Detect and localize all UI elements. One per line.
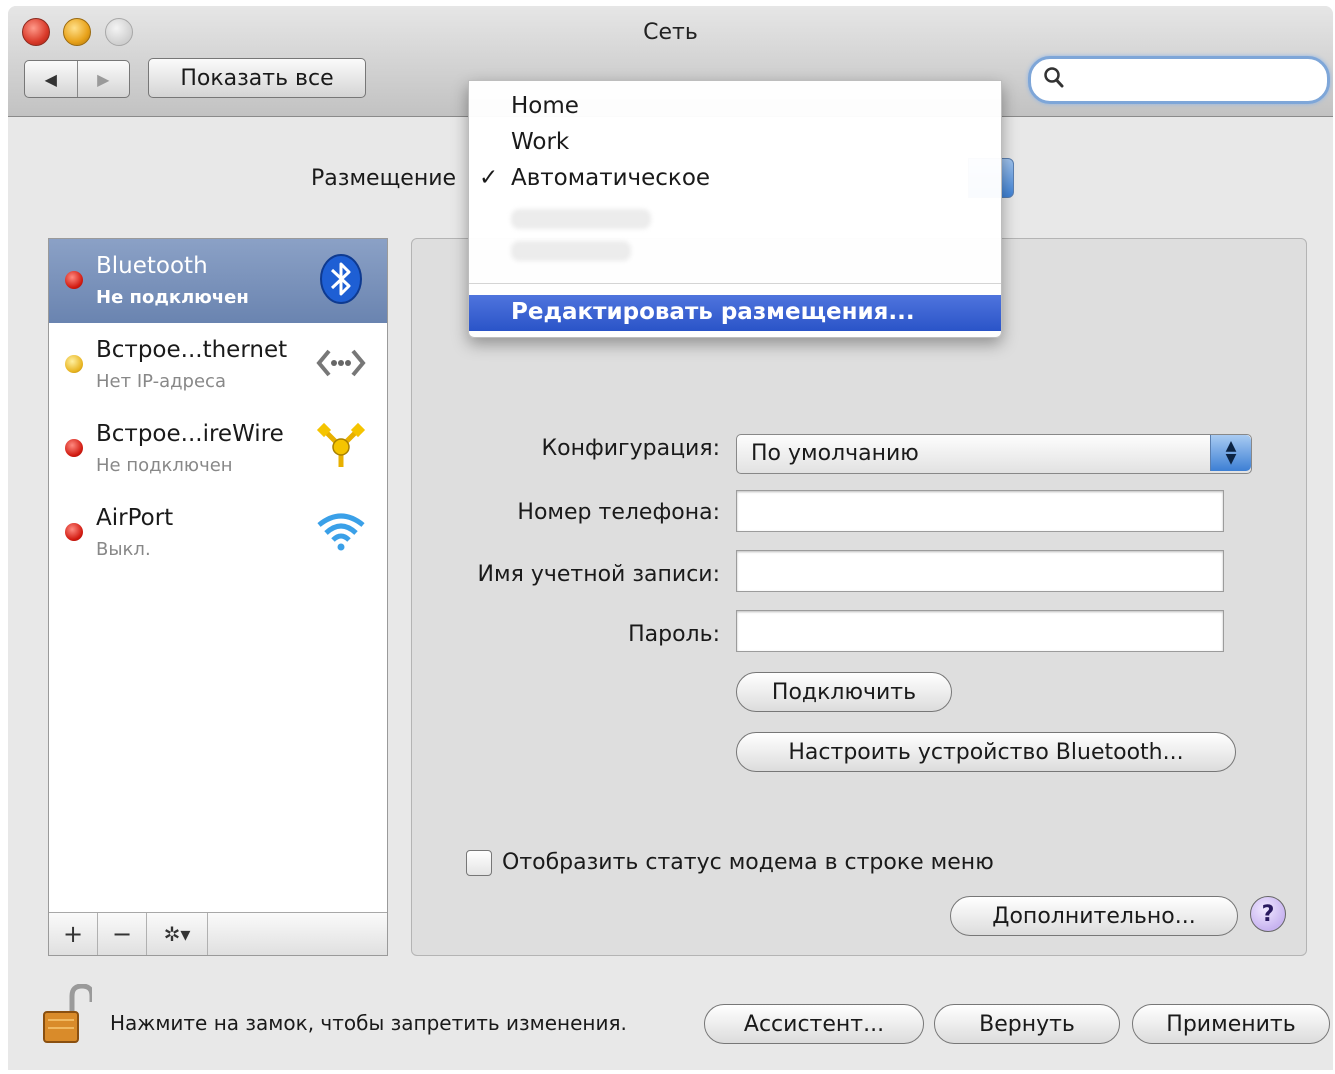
assistant-button[interactable]: Ассистент... [704,1004,924,1044]
popup-arrows-icon: ▲ ▼ [1210,435,1251,471]
status-dot-yellow [65,355,83,373]
remove-service-button[interactable]: − [98,913,147,955]
configuration-popup[interactable]: По умолчанию ▲ ▼ [736,434,1252,474]
menu-separator [469,283,1001,284]
password-label: Пароль: [628,622,720,647]
menu-item-edit-locations[interactable]: Редактировать размещения... [469,295,1001,331]
network-preferences-window: Сеть ◀ ▶ Показать все Размещение Bluetoo… [8,6,1333,1070]
lock-icon[interactable] [42,984,92,1044]
show-modem-status-label: Отобразить статус модема в строке меню [502,850,994,875]
service-status: Не подключен [96,287,249,308]
service-name: AirPort [96,505,174,531]
service-item-bluetooth[interactable]: Bluetooth Не подключен [49,239,387,323]
phone-field[interactable] [736,490,1224,532]
back-forward-control: ◀ ▶ [24,60,130,98]
add-service-button[interactable]: + [49,913,98,955]
service-item-airport[interactable]: AirPort Выкл. [49,491,387,575]
window-title: Сеть [643,20,698,45]
checkmark-icon: ✓ [479,165,499,191]
wifi-icon [317,513,365,551]
back-button[interactable]: ◀ [25,61,77,97]
configuration-label: Конфигурация: [541,436,720,461]
search-icon [1043,66,1065,96]
status-dot-red [65,439,83,457]
revert-button[interactable]: Вернуть [934,1004,1120,1044]
service-list: Bluetooth Не подключен Встрое...thernet … [48,238,388,956]
blurred-menu-item [511,209,651,229]
firewire-icon [316,422,366,467]
service-status: Выкл. [96,539,151,560]
service-settings-panel [411,238,1307,956]
service-item-ethernet[interactable]: Встрое...thernet Нет IP-адреса [49,323,387,407]
menu-item-label: Home [511,93,579,119]
menu-item-label: Автоматическое [511,165,711,191]
connect-button[interactable]: Подключить [736,672,952,712]
configuration-value: По умолчанию [751,441,919,466]
apply-button[interactable]: Применить [1132,1004,1330,1044]
service-list-toolbar: + − ✲▾ [49,912,387,955]
show-modem-status-checkbox[interactable] [466,850,492,876]
status-dot-red [65,271,83,289]
menu-item-label: Редактировать размещения... [511,299,915,325]
menu-item-automatic[interactable]: ✓ Автоматическое [469,161,1001,197]
service-item-firewire[interactable]: Встрое...ireWire Не подключен [49,407,387,491]
setup-bluetooth-device-button[interactable]: Настроить устройство Bluetooth... [736,732,1236,772]
show-all-button[interactable]: Показать все [148,58,366,98]
help-button[interactable]: ? [1250,896,1286,932]
bluetooth-icon [320,254,362,304]
menu-item-label: Work [511,129,570,155]
blurred-menu-item [511,241,631,261]
service-name: Bluetooth [96,253,208,279]
search-input[interactable] [1028,56,1330,104]
status-dot-red [65,523,83,541]
menu-item-work[interactable]: Work [469,125,1001,161]
location-label: Размещение [311,166,457,191]
gear-icon[interactable]: ✲▾ [147,913,208,955]
phone-label: Номер телефона: [517,500,720,525]
location-menu: Home Work ✓ Автоматическое Редактировать… [468,80,1002,338]
ethernet-icon [316,349,366,377]
service-status: Нет IP-адреса [96,371,226,392]
forward-button[interactable]: ▶ [76,61,130,97]
service-name: Встрое...ireWire [96,421,284,447]
service-name: Встрое...thernet [96,337,288,363]
service-status: Не подключен [96,455,233,476]
lock-hint-text: Нажмите на замок, чтобы запретить измене… [110,1011,627,1035]
menu-item-home[interactable]: Home [469,89,1001,125]
password-field[interactable] [736,610,1224,652]
account-field[interactable] [736,550,1224,592]
account-label: Имя учетной записи: [477,562,720,587]
advanced-button[interactable]: Дополнительно... [950,896,1238,936]
